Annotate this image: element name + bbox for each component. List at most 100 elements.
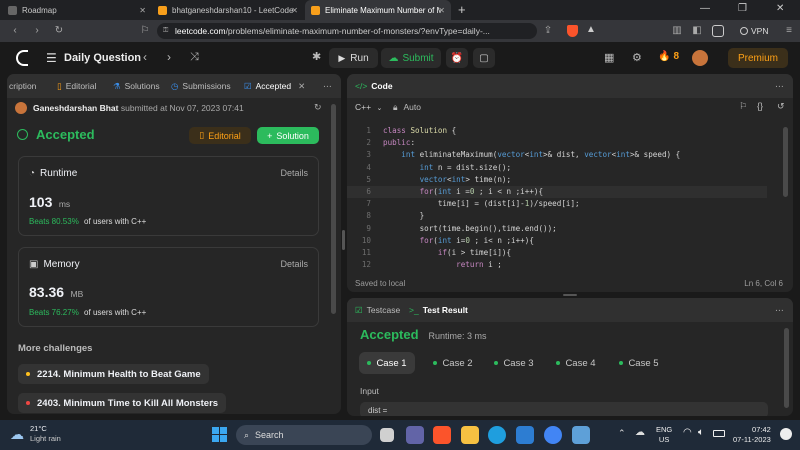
leetcode-logo-icon[interactable] (16, 50, 28, 66)
volume-icon[interactable]: 🔈︎ (698, 427, 704, 438)
debug-icon[interactable]: ✱ (312, 50, 321, 63)
layout-icon[interactable]: ▦ (604, 51, 614, 64)
vpn-button[interactable]: VPN (740, 24, 768, 38)
close-tab-icon[interactable]: ✕ (139, 6, 146, 15)
brave-shield-icon[interactable] (567, 25, 578, 37)
meet-icon[interactable] (406, 426, 424, 444)
tab-description[interactable]: cription (9, 74, 36, 98)
next-problem-icon[interactable]: › (167, 50, 171, 64)
bookmark-icon[interactable]: ⚐ (739, 101, 747, 112)
tray-overflow-icon[interactable]: ⌃ (618, 428, 626, 439)
language-select[interactable]: C++ ⌄ (355, 102, 382, 112)
taskbar-search[interactable]: ⌕ Search (236, 425, 372, 445)
code-line[interactable]: 11 if(i > time[i]){ (347, 247, 767, 259)
code-line[interactable]: 5 vector<int> time(n); (347, 174, 767, 186)
language-indicator[interactable]: ENG US (656, 425, 672, 445)
code-line[interactable]: 4 int n = dist.size(); (347, 162, 767, 174)
reset-code-icon[interactable]: ↺ (777, 101, 785, 112)
code-line[interactable]: 2 public: (347, 137, 767, 149)
photos-icon[interactable] (572, 426, 590, 444)
code-line[interactable]: 3 int eliminateMaximum(vector<int>& dist… (347, 149, 767, 161)
tab-submissions[interactable]: ◷ Submissions (171, 74, 231, 98)
shuffle-icon[interactable]: ⤨ (190, 51, 199, 64)
case-1-button[interactable]: Case 1 (359, 352, 415, 374)
memory-details-link[interactable]: Details (280, 259, 308, 269)
format-code-icon[interactable]: {} (757, 101, 763, 111)
extensions-icon[interactable]: ◧ (690, 24, 704, 38)
store-icon[interactable] (516, 426, 534, 444)
bookmark-icon[interactable]: ⚐ (138, 24, 152, 38)
challenge-item[interactable]: 2403. Minimum Time to Kill All Monsters (18, 393, 227, 413)
submit-button[interactable]: ☁ Submit (381, 48, 441, 68)
left-scrollbar[interactable] (331, 104, 336, 314)
problem-list-icon[interactable]: ☰ (46, 51, 57, 65)
forward-icon[interactable]: › (30, 24, 44, 38)
tab-testcase[interactable]: ☑ Testcase (355, 298, 400, 322)
close-icon[interactable]: ✕ (298, 81, 305, 92)
user-avatar[interactable] (692, 50, 708, 66)
tab-solutions[interactable]: ⚗ Solutions (113, 74, 160, 98)
chrome-icon[interactable] (544, 426, 562, 444)
wifi-icon[interactable]: ◠ (683, 427, 692, 438)
case-4-button[interactable]: Case 4 (548, 352, 604, 374)
tab-accepted[interactable]: ☑ Accepted ✕ (244, 74, 305, 98)
wallet-icon[interactable] (712, 25, 724, 37)
streak-counter[interactable]: 🔥 8 (658, 51, 679, 62)
close-window-icon[interactable]: ✕ (776, 3, 784, 14)
close-tab-icon[interactable]: ✕ (438, 6, 445, 15)
browser-tab-active[interactable]: Eliminate Maximum Number of M ✕ (305, 0, 451, 20)
memory-card[interactable]: ▣ Memory Details 83.36 MB Beats 76.27% o… (18, 247, 319, 327)
task-view-icon[interactable] (380, 428, 394, 442)
browser-tab-profile[interactable]: bhatganeshdarshan10 - LeetCode Pro ✕ (152, 0, 304, 20)
share-icon[interactable]: ⇪ (541, 24, 555, 38)
tab-editorial[interactable]: ▯ Editorial (57, 74, 96, 98)
code-line[interactable]: 10 for(int i=0 ; i< n ;i++){ (347, 235, 767, 247)
sidebar-toggle-icon[interactable]: ▥ (670, 24, 684, 38)
code-tab[interactable]: </> Code (355, 74, 393, 98)
result-scrollbar[interactable] (784, 328, 789, 408)
code-editor[interactable]: 1 class Solution {2 public: 3 int eliminate… (347, 125, 793, 272)
file-explorer-icon[interactable] (461, 426, 479, 444)
code-line[interactable]: 1 class Solution { (347, 125, 767, 137)
case-5-button[interactable]: Case 5 (611, 352, 667, 374)
battery-icon[interactable] (713, 430, 725, 437)
prev-problem-icon[interactable]: ‹ (143, 50, 147, 64)
solution-button[interactable]: + Solution (257, 127, 319, 144)
premium-button[interactable]: Premium (728, 48, 788, 68)
clock[interactable]: 07:42 07-11-2023 (733, 425, 771, 445)
cloud-sync-icon[interactable]: ☁ (635, 427, 645, 438)
case-2-button[interactable]: Case 2 (425, 352, 481, 374)
timer-button[interactable]: ⏰ (446, 48, 468, 68)
browser-tab-roadmap[interactable]: Roadmap ✕ (2, 0, 152, 20)
settings-icon[interactable]: ⚙ (632, 51, 642, 64)
brave-browser-icon[interactable] (433, 426, 451, 444)
minimize-icon[interactable]: — (700, 3, 710, 14)
brave-rewards-icon[interactable]: ▲ (586, 24, 596, 35)
more-options-icon[interactable]: ⋯ (775, 298, 784, 322)
code-line[interactable]: 9 sort(time.begin(),time.end()); (347, 223, 767, 235)
horizontal-resize-handle[interactable] (563, 294, 577, 296)
code-line[interactable]: 8 } (347, 210, 767, 222)
tab-test-result[interactable]: >_ Test Result (409, 298, 468, 322)
vertical-resize-handle[interactable] (342, 230, 345, 250)
more-options-icon[interactable]: ⋯ (323, 74, 332, 98)
runtime-details-link[interactable]: Details (280, 168, 308, 178)
notification-icon[interactable] (780, 428, 792, 440)
maximize-icon[interactable]: ❐ (738, 3, 747, 14)
start-button[interactable] (212, 427, 227, 442)
edge-browser-icon[interactable] (488, 426, 506, 444)
code-line[interactable]: 6 for(int i =0 ; i < n ;i++){ (347, 186, 767, 199)
back-icon[interactable]: ‹ (8, 24, 22, 38)
url-field[interactable]: ⚿ leetcode.com/problems/eliminate-maximu… (157, 23, 537, 39)
refresh-icon[interactable]: ↻ (314, 102, 322, 113)
case-3-button[interactable]: Case 3 (486, 352, 542, 374)
weather-widget[interactable]: ☁ 21°C Light rain (10, 424, 61, 444)
editor-scrollbar[interactable] (783, 127, 788, 197)
autocomplete-mode[interactable]: 🔒︎ Auto (393, 102, 421, 113)
daily-question-title[interactable]: Daily Question (64, 52, 141, 64)
run-button[interactable]: ▶ Run (329, 48, 378, 68)
runtime-card[interactable]: ◔ Runtime Details 103 ms Beats 80.53% of… (18, 156, 319, 236)
close-tab-icon[interactable]: ✕ (291, 6, 298, 15)
editorial-button[interactable]: ▯ Editorial (189, 127, 251, 144)
menu-icon[interactable]: ≡ (782, 24, 796, 38)
